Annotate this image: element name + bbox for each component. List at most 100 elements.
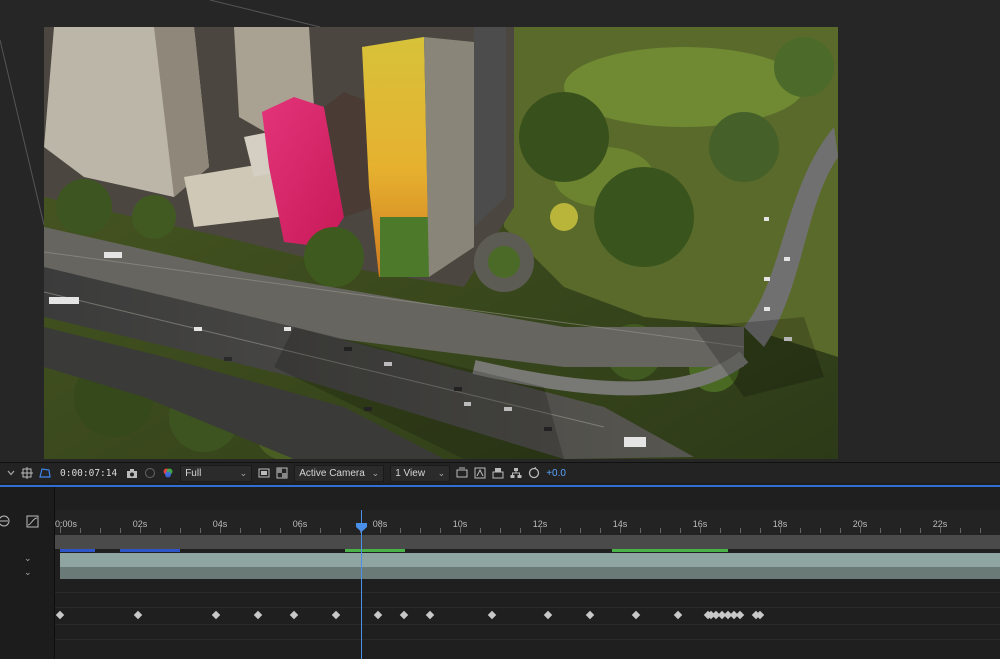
current-timecode[interactable]: 0:00:07:14 — [60, 468, 117, 479]
current-time-indicator-line[interactable] — [361, 510, 362, 659]
keyframe[interactable] — [585, 610, 595, 620]
ruler-tick — [800, 528, 801, 533]
row-divider — [55, 624, 1000, 625]
keyframe[interactable] — [399, 610, 409, 620]
ruler-tick — [880, 528, 881, 533]
toggle-pixel-aspect-icon[interactable] — [455, 466, 469, 480]
transparency-grid-icon[interactable] — [275, 466, 289, 480]
ruler-tick — [600, 528, 601, 533]
ruler-tick — [80, 528, 81, 533]
view-layout-value: 1 View — [395, 467, 426, 479]
flowchart-icon[interactable] — [509, 466, 523, 480]
ruler-tick — [980, 528, 981, 533]
view-layout-dropdown[interactable]: 1 View ⌄ — [390, 464, 451, 482]
ruler-tick — [100, 528, 101, 533]
ruler-tick — [720, 528, 721, 533]
ruler-tick — [860, 526, 861, 533]
ruler-tick — [280, 528, 281, 533]
ruler-tick — [460, 526, 461, 533]
ruler-tick — [820, 528, 821, 533]
chevron-down-icon: ⌄ — [239, 467, 248, 478]
row-divider — [55, 592, 1000, 593]
render-cache-bar-green — [612, 549, 728, 552]
keyframe[interactable] — [55, 610, 65, 620]
ruler-tick — [300, 526, 301, 533]
chevron-down-icon[interactable]: ⌄ — [24, 553, 32, 564]
ruler-tick — [920, 528, 921, 533]
keyframe[interactable] — [543, 610, 553, 620]
ruler-label: 0:00s — [54, 519, 78, 529]
3d-renderer-icon[interactable] — [473, 466, 487, 480]
ruler-tick — [260, 528, 261, 533]
ruler-tick — [140, 526, 141, 533]
keyframe[interactable] — [253, 610, 263, 620]
timeline-panel: ⌄ ⌄ 0:00s 02s 04s 06s 08s 10s 12s 14s 16s 18s 20s 2… — [0, 487, 1000, 659]
keyframe[interactable] — [487, 610, 497, 620]
ruler-tick — [960, 528, 961, 533]
keyframe[interactable] — [673, 610, 683, 620]
composition-viewer[interactable] — [0, 0, 1000, 462]
ruler-tick — [900, 528, 901, 533]
ruler-tick — [220, 526, 221, 533]
row-divider — [55, 639, 1000, 640]
color-channel-icon[interactable] — [161, 466, 175, 480]
aerial-city-footage — [44, 27, 838, 459]
keyframe[interactable] — [631, 610, 641, 620]
snapshot-icon[interactable] — [125, 466, 139, 480]
ruler-tick — [240, 528, 241, 533]
layer-duration-bar[interactable] — [60, 567, 1000, 579]
resolution-value: Full — [185, 467, 202, 479]
keyframe[interactable] — [735, 610, 745, 620]
camera-value: Active Camera — [299, 467, 365, 479]
keyframe[interactable] — [373, 610, 383, 620]
ruler-tick — [440, 528, 441, 533]
ruler-tick — [680, 528, 681, 533]
ruler-tick — [180, 528, 181, 533]
layer-duration-bar[interactable] — [60, 553, 1000, 567]
region-of-interest-icon[interactable] — [20, 466, 34, 480]
graph-editor-icon[interactable] — [25, 514, 39, 528]
fast-previews-icon[interactable] — [257, 466, 271, 480]
ruler-tick — [320, 528, 321, 533]
timeline-icon[interactable] — [491, 466, 505, 480]
row-divider — [55, 607, 1000, 608]
reset-exposure-icon[interactable] — [527, 466, 541, 480]
ruler-tick — [160, 528, 161, 533]
chevron-down-icon[interactable]: ⌄ — [24, 567, 32, 578]
show-snapshot-icon[interactable] — [143, 466, 157, 480]
current-time-indicator[interactable] — [356, 523, 367, 532]
ruler-tick — [780, 526, 781, 533]
ruler-tick — [380, 526, 381, 533]
motion-blur-icon[interactable] — [0, 514, 11, 528]
ruler-tick — [540, 526, 541, 533]
ruler-tick — [60, 526, 61, 533]
layer-controls-column: ⌄ ⌄ — [0, 487, 55, 659]
exposure-value[interactable]: +0.0 — [546, 468, 566, 479]
viewer-toolbar: 0:00:07:14 Full ⌄ Active Camera ⌄ 1 View… — [0, 462, 1000, 483]
keyframe[interactable] — [331, 610, 341, 620]
resolution-dropdown[interactable]: Full ⌄ — [180, 464, 253, 482]
ruler-tick — [120, 528, 121, 533]
ruler-tick — [620, 526, 621, 533]
chevron-down-icon[interactable] — [4, 464, 18, 482]
work-area-bar[interactable] — [55, 535, 1000, 549]
ruler-tick — [480, 528, 481, 533]
ruler-tick — [740, 528, 741, 533]
ruler-tick — [340, 528, 341, 533]
mask-path-icon[interactable] — [38, 466, 52, 480]
ruler-tick — [700, 526, 701, 533]
keyframe[interactable] — [211, 610, 221, 620]
time-ruler[interactable]: 0:00s 02s 04s 06s 08s 10s 12s 14s 16s 18s 20s 22s — [55, 510, 1000, 535]
ruler-tick — [520, 528, 521, 533]
keyframe[interactable] — [289, 610, 299, 620]
camera-dropdown[interactable]: Active Camera ⌄ — [294, 464, 385, 482]
ruler-tick — [500, 528, 501, 533]
keyframe[interactable] — [425, 610, 435, 620]
ruler-tick — [760, 528, 761, 533]
ruler-tick — [400, 528, 401, 533]
ruler-tick — [560, 528, 561, 533]
ruler-tick — [840, 528, 841, 533]
keyframe[interactable] — [133, 610, 143, 620]
composition-frame[interactable] — [44, 27, 838, 459]
ruler-tick — [580, 528, 581, 533]
